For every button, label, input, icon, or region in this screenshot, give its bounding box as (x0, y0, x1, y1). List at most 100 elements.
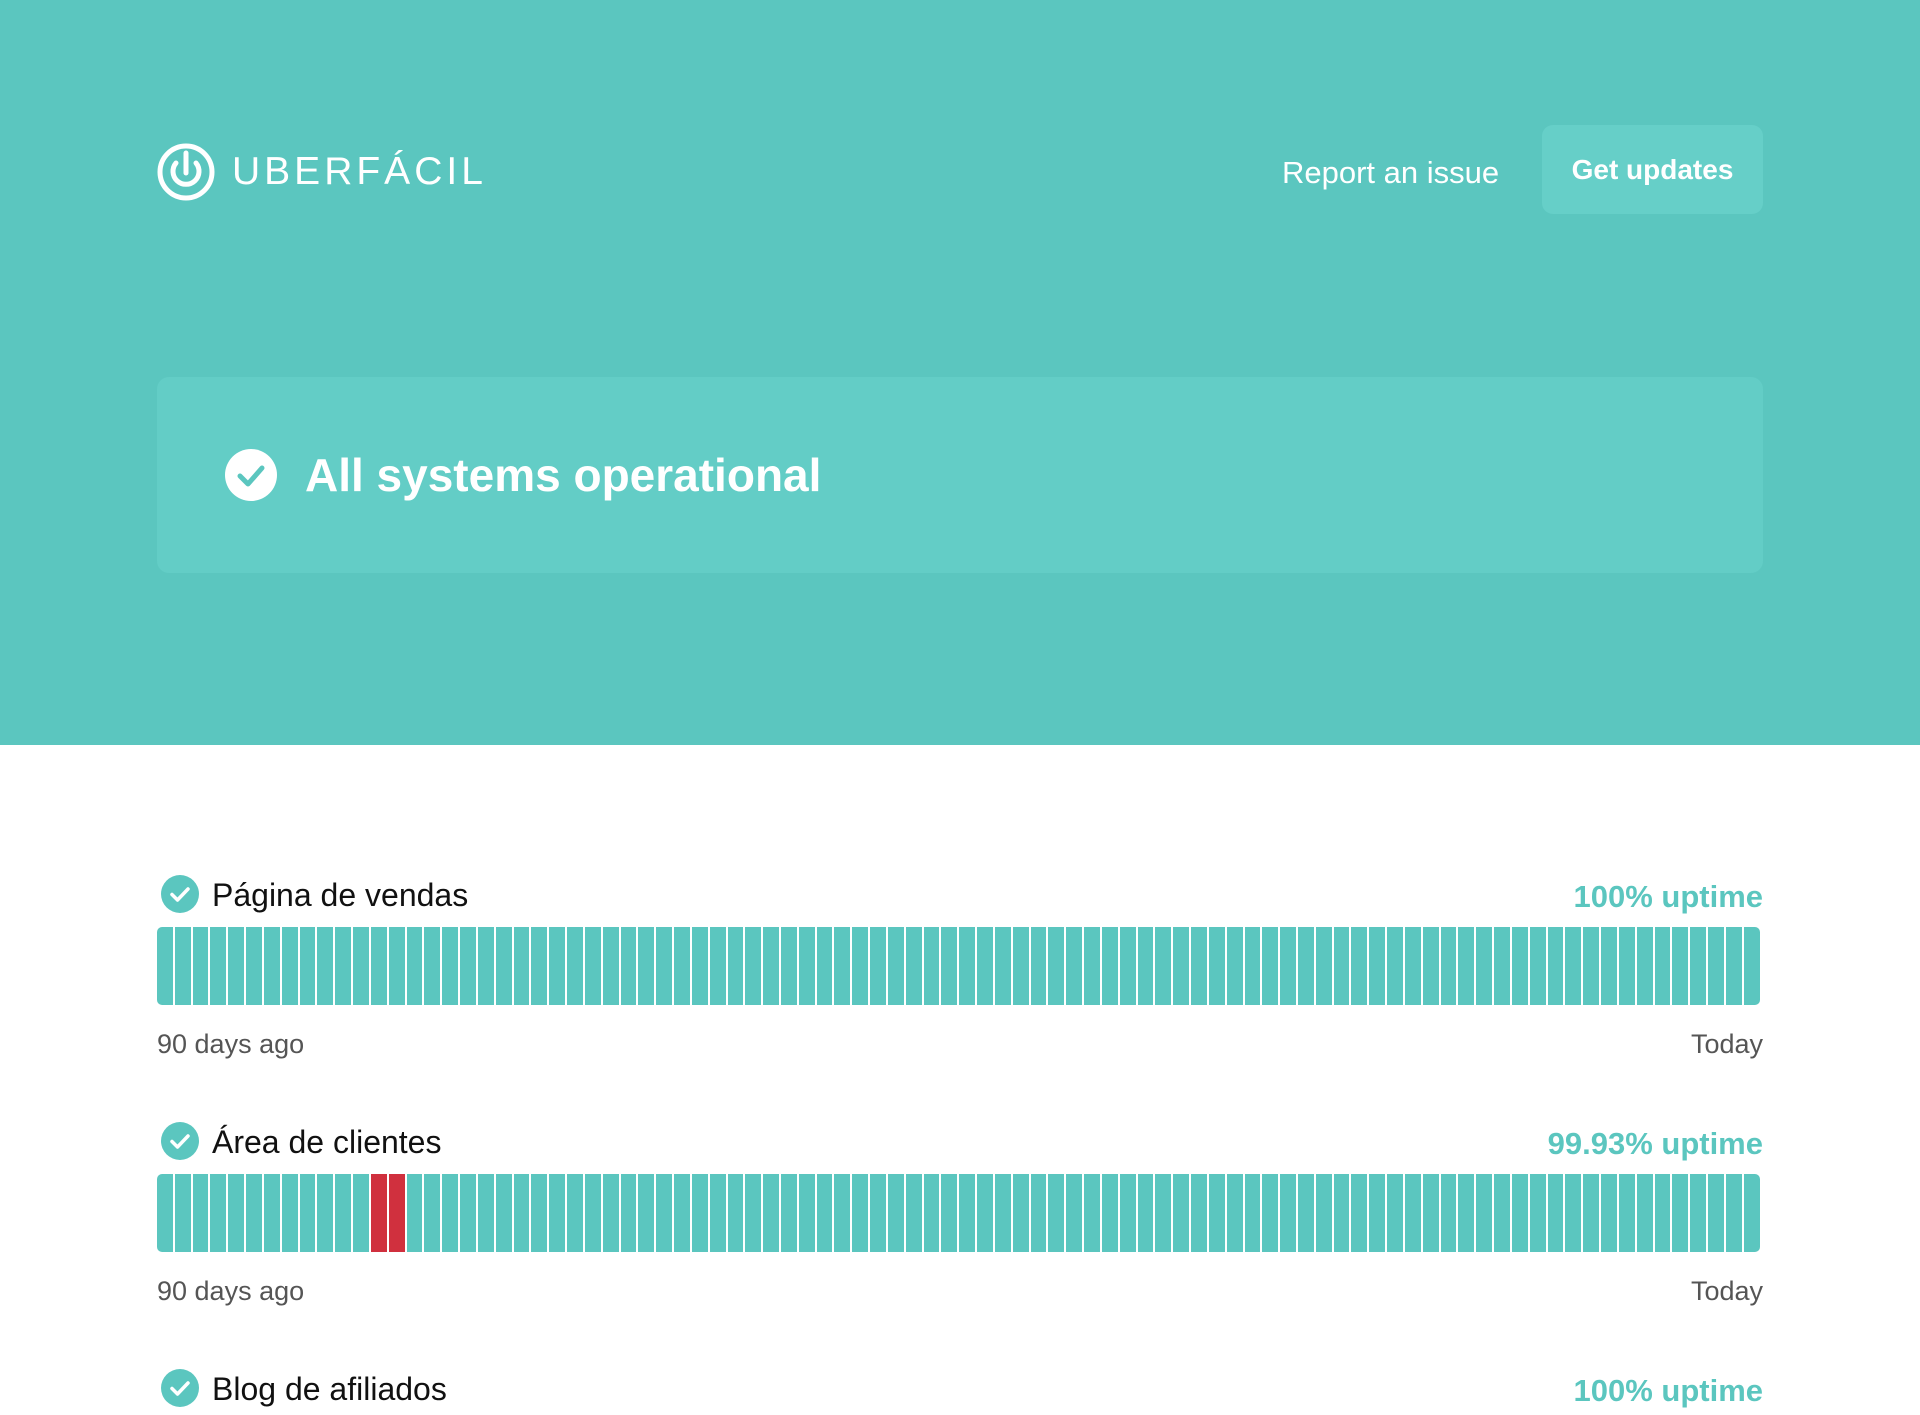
uptime-bar[interactable] (1066, 1174, 1083, 1252)
uptime-bar[interactable] (281, 1174, 298, 1252)
uptime-bar[interactable] (1583, 927, 1600, 1005)
uptime-bar[interactable] (1101, 927, 1118, 1005)
uptime-bar[interactable] (1725, 1174, 1742, 1252)
uptime-bar[interactable] (370, 927, 387, 1005)
uptime-bar[interactable] (1565, 1174, 1582, 1252)
uptime-bar[interactable] (1012, 1174, 1029, 1252)
uptime-bar[interactable] (709, 927, 726, 1005)
uptime-bar[interactable] (656, 927, 673, 1005)
uptime-bar[interactable] (1511, 1174, 1528, 1252)
uptime-bar[interactable] (353, 1174, 369, 1252)
uptime-bar[interactable] (246, 1174, 262, 1252)
uptime-bar[interactable] (1672, 927, 1689, 1005)
uptime-bar[interactable] (1422, 927, 1439, 1005)
uptime-bar[interactable] (406, 1174, 423, 1252)
uptime-bar[interactable] (852, 1174, 869, 1252)
uptime-bar[interactable] (263, 1174, 280, 1252)
uptime-bar[interactable] (1654, 927, 1671, 1005)
uptime-bar[interactable] (959, 927, 976, 1005)
uptime-bar[interactable] (941, 927, 958, 1005)
uptime-bar[interactable] (923, 1174, 940, 1252)
uptime-bar[interactable] (887, 927, 904, 1005)
uptime-bar[interactable] (816, 1174, 833, 1252)
uptime-bar[interactable] (1226, 927, 1243, 1005)
uptime-bar[interactable] (1173, 1174, 1190, 1252)
uptime-bar[interactable] (870, 1174, 886, 1252)
uptime-bar[interactable] (1012, 927, 1029, 1005)
uptime-bar[interactable] (1244, 1174, 1261, 1252)
uptime-bar[interactable] (317, 927, 334, 1005)
uptime-bar[interactable] (584, 1174, 601, 1252)
uptime-bar[interactable] (923, 927, 940, 1005)
uptime-bar[interactable] (192, 1174, 209, 1252)
uptime-bar[interactable] (763, 1174, 779, 1252)
uptime-bar[interactable] (567, 1174, 583, 1252)
uptime-bar[interactable] (1440, 927, 1457, 1005)
uptime-bar-outage[interactable] (388, 1174, 405, 1252)
uptime-bar[interactable] (1743, 1174, 1760, 1252)
uptime-bar[interactable] (388, 927, 405, 1005)
uptime-bar[interactable] (1440, 1174, 1457, 1252)
uptime-bar[interactable] (977, 927, 993, 1005)
uptime-bar[interactable] (1601, 1174, 1617, 1252)
uptime-bar[interactable] (1333, 1174, 1350, 1252)
uptime-bar[interactable] (780, 1174, 797, 1252)
uptime-bar[interactable] (1191, 927, 1207, 1005)
uptime-bar[interactable] (1173, 927, 1190, 1005)
brand-logo[interactable]: UBERFÁCIL (157, 143, 487, 201)
uptime-bar[interactable] (406, 927, 423, 1005)
uptime-bar[interactable] (549, 927, 566, 1005)
uptime-bar[interactable] (674, 1174, 690, 1252)
uptime-bar[interactable] (620, 927, 637, 1005)
uptime-bar[interactable] (780, 927, 797, 1005)
uptime-bar[interactable] (852, 927, 869, 1005)
uptime-bar[interactable] (638, 927, 655, 1005)
uptime-bar[interactable] (353, 927, 369, 1005)
uptime-bar[interactable] (460, 927, 476, 1005)
uptime-bar[interactable] (1387, 1174, 1403, 1252)
uptime-bar[interactable] (1636, 1174, 1653, 1252)
uptime-bar[interactable] (263, 927, 280, 1005)
uptime-bar[interactable] (1672, 1174, 1689, 1252)
uptime-bar[interactable] (424, 1174, 441, 1252)
uptime-bar[interactable] (210, 927, 227, 1005)
uptime-bar[interactable] (1084, 1174, 1100, 1252)
uptime-bar[interactable] (299, 927, 316, 1005)
uptime-bar[interactable] (567, 927, 583, 1005)
uptime-bar[interactable] (656, 1174, 673, 1252)
uptime-bar[interactable] (1494, 927, 1510, 1005)
uptime-bar[interactable] (460, 1174, 476, 1252)
uptime-bar[interactable] (798, 927, 815, 1005)
get-updates-button[interactable]: Get updates (1542, 125, 1763, 214)
uptime-bar[interactable] (834, 927, 851, 1005)
uptime-bar[interactable] (1244, 927, 1261, 1005)
uptime-bar[interactable] (977, 1174, 993, 1252)
uptime-bar[interactable] (1404, 1174, 1421, 1252)
uptime-bar[interactable] (727, 927, 744, 1005)
uptime-bar[interactable] (1226, 1174, 1243, 1252)
uptime-bar[interactable] (1583, 1174, 1600, 1252)
uptime-bar[interactable] (1690, 1174, 1707, 1252)
uptime-bar[interactable] (157, 1174, 173, 1252)
report-issue-link[interactable]: Report an issue (1282, 155, 1499, 191)
uptime-bar[interactable] (1422, 1174, 1439, 1252)
uptime-bar[interactable] (638, 1174, 655, 1252)
uptime-bar[interactable] (1476, 1174, 1493, 1252)
uptime-bar[interactable] (763, 927, 779, 1005)
uptime-bar[interactable] (905, 1174, 922, 1252)
uptime-bar[interactable] (335, 1174, 352, 1252)
uptime-bar[interactable] (424, 927, 441, 1005)
uptime-bar[interactable] (1369, 927, 1386, 1005)
uptime-bar[interactable] (228, 927, 245, 1005)
uptime-bar[interactable] (816, 927, 833, 1005)
uptime-bar[interactable] (941, 1174, 958, 1252)
uptime-bar[interactable] (1084, 927, 1100, 1005)
uptime-bar[interactable] (1137, 927, 1154, 1005)
uptime-bar[interactable] (1565, 927, 1582, 1005)
uptime-bar[interactable] (887, 1174, 904, 1252)
uptime-bar[interactable] (246, 927, 262, 1005)
uptime-bar[interactable] (691, 1174, 708, 1252)
uptime-bar[interactable] (531, 927, 548, 1005)
uptime-bar[interactable] (1208, 927, 1225, 1005)
uptime-bar[interactable] (174, 927, 191, 1005)
